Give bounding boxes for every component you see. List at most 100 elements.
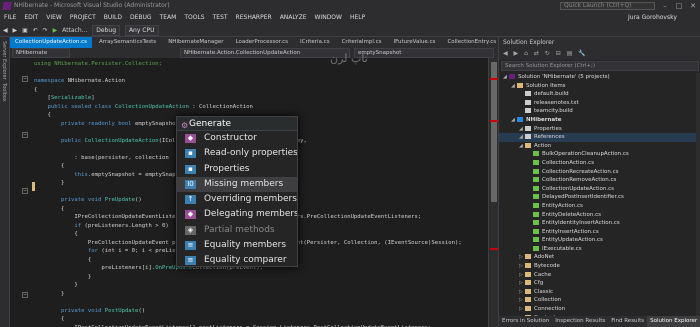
close-button[interactable]: ✕ [686,0,700,12]
code-line[interactable]: if (preListeners.Length > 0) [34,222,168,230]
code-line[interactable]: { [34,111,50,119]
start-debug-icon[interactable]: ▶ [53,24,58,37]
code-line[interactable]: [Serializable] [34,94,94,102]
tree-item[interactable]: ◢ References [499,133,700,142]
tree-item[interactable]: EntityIdentityInsertAction.cs [499,219,700,228]
redo-icon[interactable]: ↷ [43,24,48,37]
tree-item[interactable]: DelayedPostInsertIdentifier.cs [499,193,700,202]
menu-debug[interactable]: DEBUG [126,12,156,24]
tab-errors-in-solution[interactable]: Errors in Solution [499,316,552,327]
code-line[interactable]: { [34,162,64,170]
code-line[interactable]: private void PreUpdate() [34,196,142,204]
tree-item[interactable]: releasenotes.txt [499,99,700,108]
tree-item[interactable]: ◢ Solution 'NHibernate' (5 projects) [499,73,700,82]
tree-item[interactable]: CollectionRecreateAction.cs [499,168,700,177]
code-line[interactable]: { [34,230,77,238]
popup-item-readonly-property[interactable]: ▪ Read-only properties [177,146,297,161]
code-line[interactable]: } [34,281,77,289]
sync-icon[interactable]: ⇄ [534,50,539,57]
collapse-toggle-icon[interactable]: − [22,188,28,194]
tree-item[interactable]: ▷ Collection [499,296,700,305]
quick-launch-input[interactable]: Quick Launch (Ctrl+Q) [560,2,655,10]
tree-item[interactable]: ◢ Properties [499,125,700,134]
code-line[interactable]: { [34,256,91,264]
collapse-toggle-icon[interactable]: − [22,292,28,298]
tree-item[interactable]: ▷ Connection [499,305,700,314]
code-line[interactable]: private void PostUpdate() [34,307,145,315]
tree-item[interactable]: EntityInsertAction.cs [499,228,700,237]
tab-collectionentry[interactable]: CollectionEntry.cs [442,37,498,48]
project-dropdown[interactable]: NHibernate [12,48,70,58]
menu-edit[interactable]: EDIT [20,12,42,24]
save-icon[interactable]: ▣ [22,24,28,37]
menu-analyze[interactable]: ANALYZE [276,12,311,24]
tab-solution-explorer[interactable]: Solution Explorer [647,316,700,327]
code-line[interactable]: namespace NHibernate.Action [34,77,125,85]
tree-item[interactable]: CollectionAction.cs [499,159,700,168]
tree-item[interactable]: ◢ Action [499,142,700,151]
undo-icon[interactable]: ↶ [33,24,38,37]
tree-item[interactable]: IExecutable.cs [499,245,700,254]
tree-item[interactable]: BulkOperationCleanupAction.cs [499,150,700,159]
menu-help[interactable]: HELP [346,12,369,24]
code-line[interactable]: using NHibernate.Persister.Collection; [34,60,162,68]
back-icon[interactable]: ◀ [3,24,8,37]
collapse-all-icon[interactable]: ⊟ [556,50,561,57]
tree-item[interactable]: EntityDeleteAction.cs [499,211,700,220]
code-line[interactable]: } [34,290,64,298]
collapse-toggle-icon[interactable]: − [22,76,28,82]
popup-item-constructor[interactable]: ◆ Constructor [177,131,297,146]
tree-item[interactable]: ▷ AdoNet [499,253,700,262]
member-dropdown[interactable]: emptySnapshot [354,48,494,58]
tree-item[interactable]: EntityAction.cs [499,202,700,211]
solution-search-input[interactable]: Search Solution Explorer (Ctrl+;) [501,61,699,71]
minimize-button[interactable]: – [658,0,672,12]
properties-icon[interactable]: 🔧 [578,50,585,57]
code-line[interactable]: : base(persister, collection [34,154,168,162]
menu-team[interactable]: TEAM [156,12,181,24]
tree-scrollbar[interactable] [696,73,700,316]
menu-view[interactable]: VIEW [42,12,66,24]
tree-item[interactable]: default.build [499,90,700,99]
code-line[interactable]: { [34,86,37,94]
menu-resharper[interactable]: RESHARPER [232,12,276,24]
toolbox-tab[interactable]: Toolbox [1,83,7,102]
menu-window[interactable]: WINDOW [311,12,346,24]
tree-item[interactable]: ◢ Solution Items [499,82,700,91]
menu-tools[interactable]: TOOLS [180,12,208,24]
tree-item[interactable]: ◢ NHibernate [499,116,700,125]
tab-find-results[interactable]: Find Results [608,316,647,327]
tree-item[interactable]: EntityUpdateAction.cs [499,236,700,245]
scrollbar-thumb[interactable] [491,62,497,202]
popup-item-delegating-members[interactable]: ◆ Delegating members [177,207,297,222]
code-line[interactable]: { [34,205,64,213]
code-line[interactable]: this.emptySnapshot = emptySnapshot; [34,171,192,179]
tree-item[interactable]: CollectionRemoveAction.cs [499,176,700,185]
code-line[interactable]: } [34,273,91,281]
menu-test[interactable]: TEST [209,12,232,24]
platform-select[interactable]: Any CPU [124,25,159,36]
code-line[interactable]: public sealed class CollectionUpdateActi… [34,103,252,111]
menu-project[interactable]: PROJECT [66,12,100,24]
tree-item[interactable]: ▷ Cache [499,271,700,280]
maximize-button[interactable]: □ [672,0,686,12]
tab-nhibernatemanager[interactable]: NHibernateManager [163,37,228,48]
popup-item-missing-members[interactable]: I0 Missing members [177,176,297,193]
home-icon[interactable]: ⌂ [524,50,528,57]
attach-button[interactable]: Attach... [62,24,87,37]
tree-item[interactable]: ▷ Classic [499,288,700,297]
refresh-icon[interactable]: ↻ [545,50,550,57]
popup-item-property[interactable]: ▪ Properties [177,162,297,177]
code-line[interactable]: { [34,315,64,323]
tab-inspection-results[interactable]: Inspection Results [552,316,608,327]
code-line[interactable]: IPostCollectionUpdateEventListener[] pos… [34,324,431,327]
tree-item[interactable]: ▷ Cfg [499,279,700,288]
menu-build[interactable]: BUILD [100,12,126,24]
tree-item[interactable]: CollectionUpdateAction.cs [499,185,700,194]
popup-item-equality-members[interactable]: ≡ Equality members [177,238,297,253]
class-dropdown[interactable]: NHibernate.Action.CollectionUpdateAction [180,48,350,58]
server-explorer-tab[interactable]: Server Explorer [1,41,7,80]
tab-loaderprocessor[interactable]: LoaderProcessor.cs [231,37,293,48]
popup-item-overriding-members[interactable]: ↑ Overriding members [177,192,297,207]
collapse-toggle-icon[interactable]: − [22,132,28,138]
